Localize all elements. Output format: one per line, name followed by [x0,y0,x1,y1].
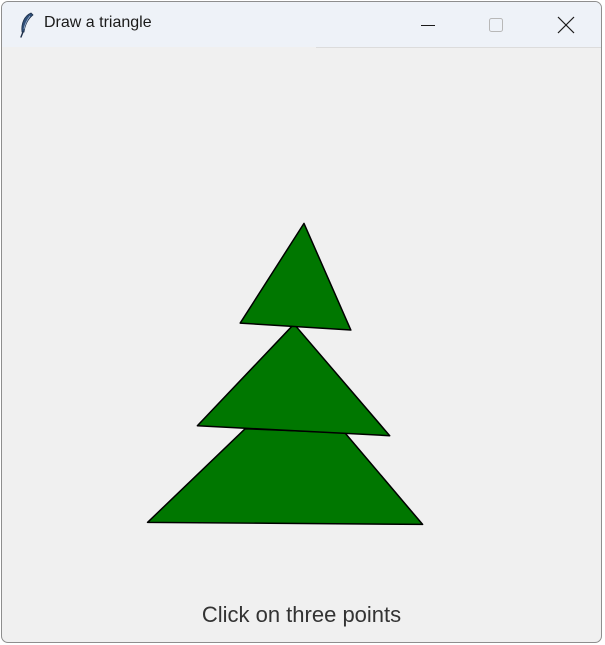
close-button[interactable] [532,2,600,47]
maximize-icon [489,17,503,32]
drawing-canvas[interactable] [2,48,601,642]
minimize-icon [421,24,435,26]
maximize-button[interactable] [462,2,530,47]
status-label: Click on three points [201,602,402,627]
app-window: Draw a triangle Click on three points [1,1,602,643]
triangle-bottom [146,427,424,526]
window-title: Draw a triangle [44,14,152,31]
triangle-top [239,222,352,331]
title-bar[interactable]: Draw a triangle [2,2,601,47]
triangle-middle [196,323,391,437]
minimize-button[interactable] [394,2,462,47]
feather-icon [20,12,34,38]
close-icon [557,16,575,33]
